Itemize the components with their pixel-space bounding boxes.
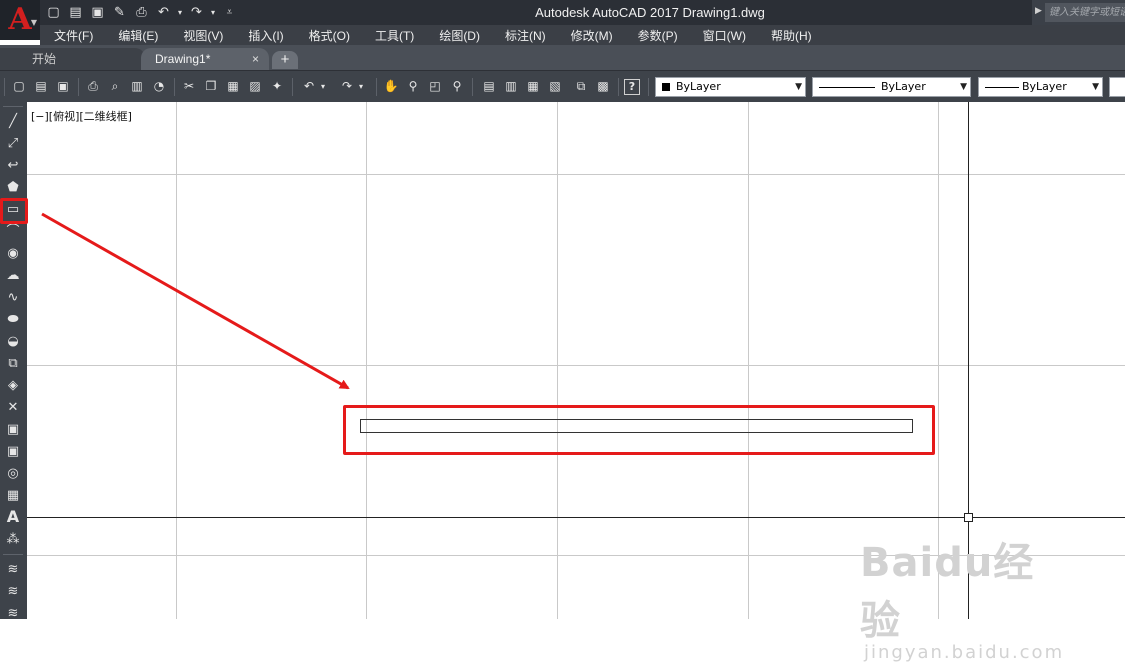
annotation-arrow (41, 212, 350, 390)
watermark-url: jingyan.baidu.com (864, 642, 1065, 663)
